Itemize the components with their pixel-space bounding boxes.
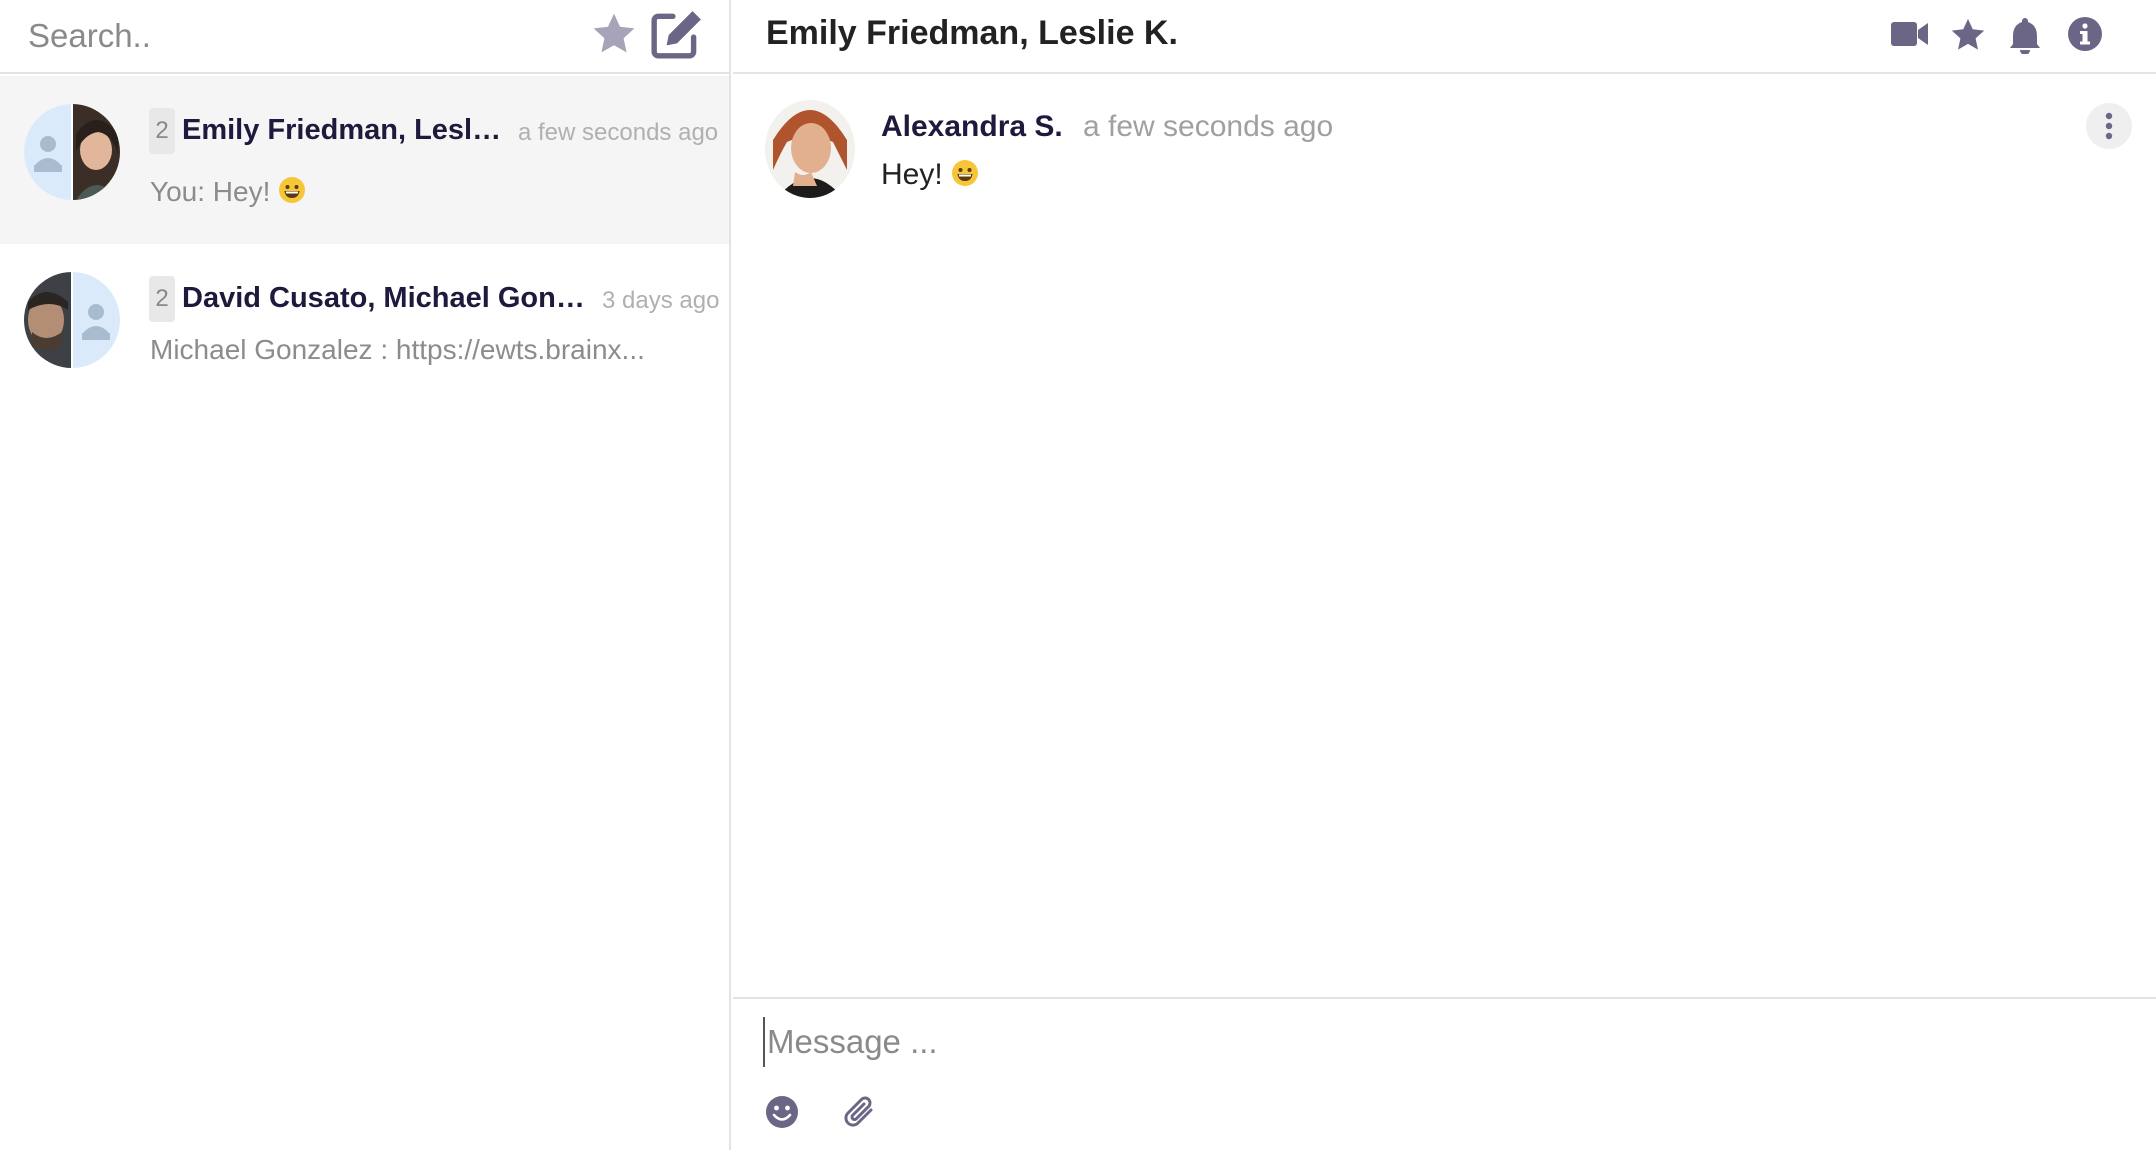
conversation-title: Emily Friedman, Lesli...: [182, 114, 502, 146]
conversation-title: David Cusato, Michael Gonz...: [182, 282, 592, 314]
conversation-item[interactable]: 2 Emily Friedman, Lesli... a few seconds…: [0, 76, 729, 244]
chat-header: Emily Friedman, Leslie K.: [733, 0, 2156, 74]
message-input[interactable]: [763, 1017, 2067, 1067]
conversation-item[interactable]: 2 David Cusato, Michael Gonz... 3 days a…: [0, 244, 729, 412]
sidebar-header: [0, 0, 729, 74]
conversation-preview: You: Hey!: [150, 176, 306, 211]
chat-panel: Emily Friedman, Leslie K. Alexandra S. a…: [733, 0, 2156, 1150]
chat-title: Emily Friedman, Leslie K.: [766, 14, 1178, 52]
bell-icon[interactable]: [2009, 16, 2041, 59]
grinning-face-emoji-icon: [951, 159, 979, 195]
participant-count-badge: 2: [149, 108, 175, 154]
message-composer: [733, 997, 2156, 1150]
star-icon[interactable]: [590, 10, 638, 63]
more-vertical-icon: [2105, 112, 2113, 145]
message-text: Hey!: [881, 158, 979, 195]
conversation-preview: Michael Gonzalez : https://ewts.brainx..…: [150, 334, 645, 365]
message-author: Alexandra S.: [881, 110, 1063, 143]
group-avatar: [24, 272, 120, 368]
video-camera-icon[interactable]: [1891, 20, 1929, 53]
compose-icon[interactable]: [650, 8, 704, 65]
info-icon[interactable]: [2067, 16, 2103, 57]
participant-count-badge: 2: [149, 276, 175, 322]
message-time: a few seconds ago: [1083, 110, 1334, 143]
conversation-time: 3 days ago: [602, 287, 720, 314]
conversation-preview-text: You: Hey!: [150, 176, 271, 207]
emoji-icon[interactable]: [765, 1095, 799, 1134]
conversation-sidebar: 2 Emily Friedman, Lesli... a few seconds…: [0, 0, 731, 1150]
conversation-time: a few seconds ago: [518, 119, 719, 146]
search-input[interactable]: [28, 10, 568, 62]
paperclip-icon[interactable]: [843, 1093, 877, 1136]
avatar: [765, 100, 855, 198]
star-icon[interactable]: [1949, 16, 1987, 59]
message-text-content: Hey!: [881, 158, 943, 191]
group-avatar: [24, 104, 120, 200]
message-options-button[interactable]: [2086, 103, 2132, 149]
grinning-face-emoji-icon: [278, 176, 306, 211]
